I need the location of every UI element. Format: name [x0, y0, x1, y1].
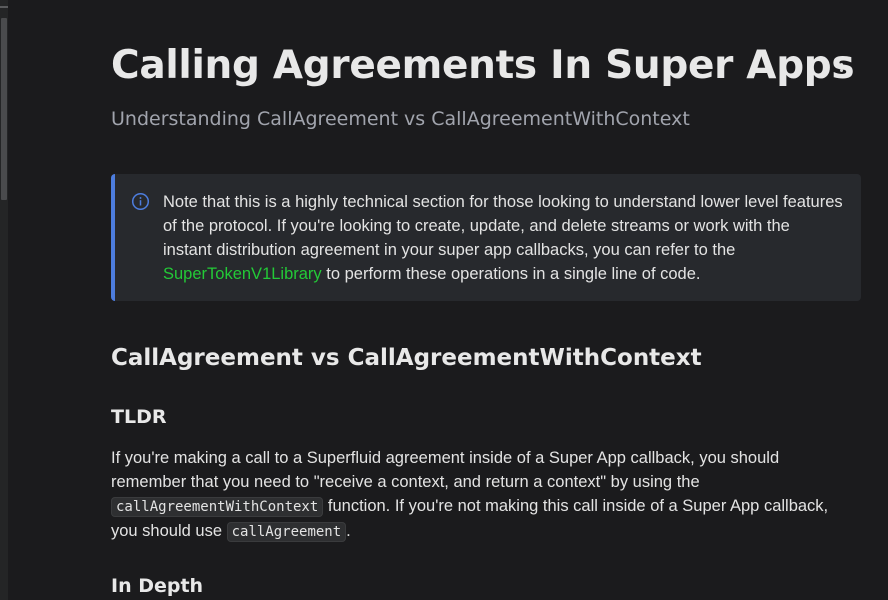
inline-code-callagreement: callAgreement: [226, 522, 347, 542]
note-text: Note that this is a highly technical sec…: [163, 190, 843, 286]
tldr-text-3: .: [346, 522, 351, 540]
info-circle-icon: [131, 192, 150, 211]
tldr-text-1: If you're making a call to a Superfluid …: [111, 449, 780, 491]
scrollbar-arrow[interactable]: [0, 6, 8, 8]
left-scrollbar[interactable]: [0, 0, 8, 600]
info-admonition: Note that this is a highly technical sec…: [111, 174, 861, 301]
supertoken-library-link[interactable]: SuperTokenV1Library: [163, 265, 322, 283]
docs-page: Calling Agreements In Super Apps Underst…: [0, 0, 888, 600]
section-heading: CallAgreement vs CallAgreementWithContex…: [111, 345, 702, 371]
inline-code-callagreementwithcontext: callAgreementWithContext: [111, 497, 324, 517]
tldr-paragraph: If you're making a call to a Superfluid …: [111, 446, 831, 544]
tldr-heading: TLDR: [111, 406, 167, 428]
note-text-before-link: Note that this is a highly technical sec…: [163, 193, 843, 259]
note-text-after-link: to perform these operations in a single …: [321, 265, 701, 283]
in-depth-heading: In Depth: [111, 575, 204, 597]
page-subtitle: Understanding CallAgreement vs CallAgree…: [111, 108, 690, 130]
page-title: Calling Agreements In Super Apps: [111, 43, 855, 88]
scrollbar-thumb[interactable]: [1, 18, 7, 200]
